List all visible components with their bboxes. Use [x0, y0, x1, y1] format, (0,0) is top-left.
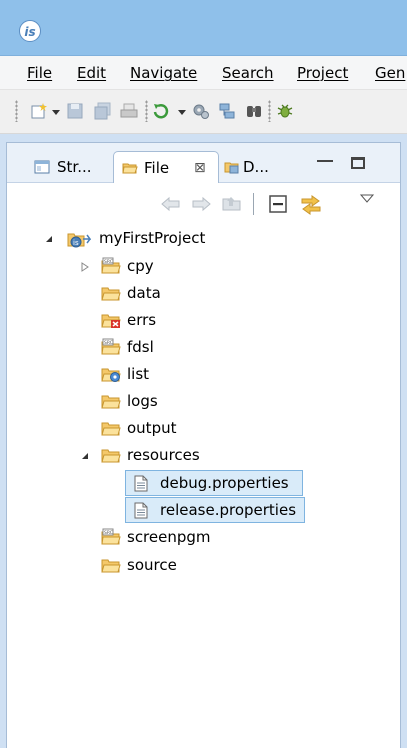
- folder-icon: [101, 395, 121, 409]
- toolbar-grip[interactable]: [15, 100, 18, 122]
- tab-file-label: File: [144, 159, 170, 177]
- app-logo: is: [19, 20, 41, 42]
- error-folder-icon: [101, 314, 121, 328]
- menu-navigate[interactable]: Navigate: [130, 64, 197, 82]
- menu-file[interactable]: File: [27, 64, 52, 82]
- toolbar: [0, 90, 407, 134]
- deploy-icon[interactable]: [218, 102, 236, 120]
- tab-file[interactable]: File ⊠: [113, 151, 219, 183]
- project-explorer-panel: Str... File ⊠ D... is myFirstProject SRC…: [6, 142, 401, 748]
- tab-structure[interactable]: Str...: [31, 151, 113, 183]
- menu-bar: File Edit Navigate Search Project Gen: [0, 56, 407, 90]
- file-icon: [134, 475, 148, 492]
- folder-open-icon: [101, 449, 121, 463]
- tree-item-label: list: [127, 365, 150, 383]
- menu-search[interactable]: Search: [222, 64, 274, 82]
- toolbar-grip-3[interactable]: [268, 100, 271, 122]
- view-menu-icon[interactable]: [359, 193, 375, 205]
- folder-icon: [122, 163, 138, 174]
- title-bar: is: [0, 0, 407, 56]
- tree-row-debug-properties[interactable]: debug.properties: [125, 470, 303, 496]
- tree-item-label: errs: [127, 311, 157, 329]
- menu-generate[interactable]: Gen: [375, 64, 405, 82]
- tree-item-label: output: [127, 419, 177, 437]
- source-folder-icon: SRC: [101, 338, 121, 355]
- debug-icon[interactable]: [276, 102, 294, 120]
- source-folder-icon: SRC: [101, 528, 121, 545]
- tree-item-label: resources: [127, 446, 200, 464]
- tree-item-label: cpy: [127, 257, 154, 275]
- new-dropdown-icon[interactable]: [52, 110, 60, 115]
- data-icon: [224, 162, 239, 174]
- tree-item-label: screenpgm: [127, 528, 211, 546]
- svg-text:SRC: SRC: [104, 530, 113, 536]
- tree-item-label: debug.properties: [160, 474, 289, 492]
- tree-row-release-properties[interactable]: release.properties: [125, 497, 305, 523]
- tab-data-label: D...: [243, 158, 269, 176]
- tree-item-label: release.properties: [160, 501, 297, 519]
- search-binoculars-icon[interactable]: [245, 102, 263, 120]
- collapsed-twisty-icon[interactable]: [81, 262, 89, 272]
- list-folder-icon: [101, 368, 121, 382]
- project-label: myFirstProject: [99, 229, 206, 247]
- file-icon: [134, 502, 148, 519]
- folder-icon: [101, 422, 121, 436]
- tree-item-label: fdsl: [127, 338, 154, 356]
- build-icon[interactable]: [192, 102, 210, 120]
- forward-arrow-icon[interactable]: [190, 195, 212, 213]
- toolbar-separator: [253, 193, 254, 215]
- folder-icon: [101, 559, 121, 573]
- project-icon: is: [67, 233, 91, 248]
- tree-item-label: source: [127, 556, 177, 574]
- maximize-icon[interactable]: [351, 157, 365, 169]
- tab-data[interactable]: D...: [221, 151, 283, 183]
- minimize-icon[interactable]: [317, 160, 333, 162]
- save-icon[interactable]: [66, 102, 84, 120]
- refresh-dropdown-icon[interactable]: [178, 110, 186, 115]
- link-with-editor-icon[interactable]: [299, 193, 323, 215]
- tree-item-label: data: [127, 284, 161, 302]
- tab-close-icon[interactable]: ⊠: [194, 152, 206, 184]
- print-icon[interactable]: [120, 102, 138, 120]
- expanded-twisty-icon[interactable]: [81, 452, 89, 460]
- toolbar-grip-2[interactable]: [145, 100, 148, 122]
- new-wizard-icon[interactable]: [30, 102, 48, 120]
- tree-item-label: logs: [127, 392, 158, 410]
- source-folder-icon: SRC: [101, 257, 121, 274]
- svg-text:SRC: SRC: [104, 259, 113, 265]
- collapse-all-icon[interactable]: [269, 195, 287, 213]
- tab-structure-label: Str...: [57, 158, 92, 176]
- back-arrow-icon[interactable]: [160, 195, 182, 213]
- structure-icon: [34, 160, 50, 174]
- folder-icon: [101, 287, 121, 301]
- svg-text:SRC: SRC: [104, 340, 113, 346]
- menu-edit[interactable]: Edit: [77, 64, 106, 82]
- svg-text:is: is: [73, 239, 79, 247]
- menu-project[interactable]: Project: [297, 64, 348, 82]
- refresh-icon[interactable]: [152, 102, 170, 120]
- expanded-twisty-icon[interactable]: [45, 235, 53, 243]
- panel-tab-bar: Str... File ⊠ D...: [7, 143, 400, 183]
- up-folder-icon[interactable]: [221, 193, 243, 213]
- save-all-icon[interactable]: [94, 102, 112, 120]
